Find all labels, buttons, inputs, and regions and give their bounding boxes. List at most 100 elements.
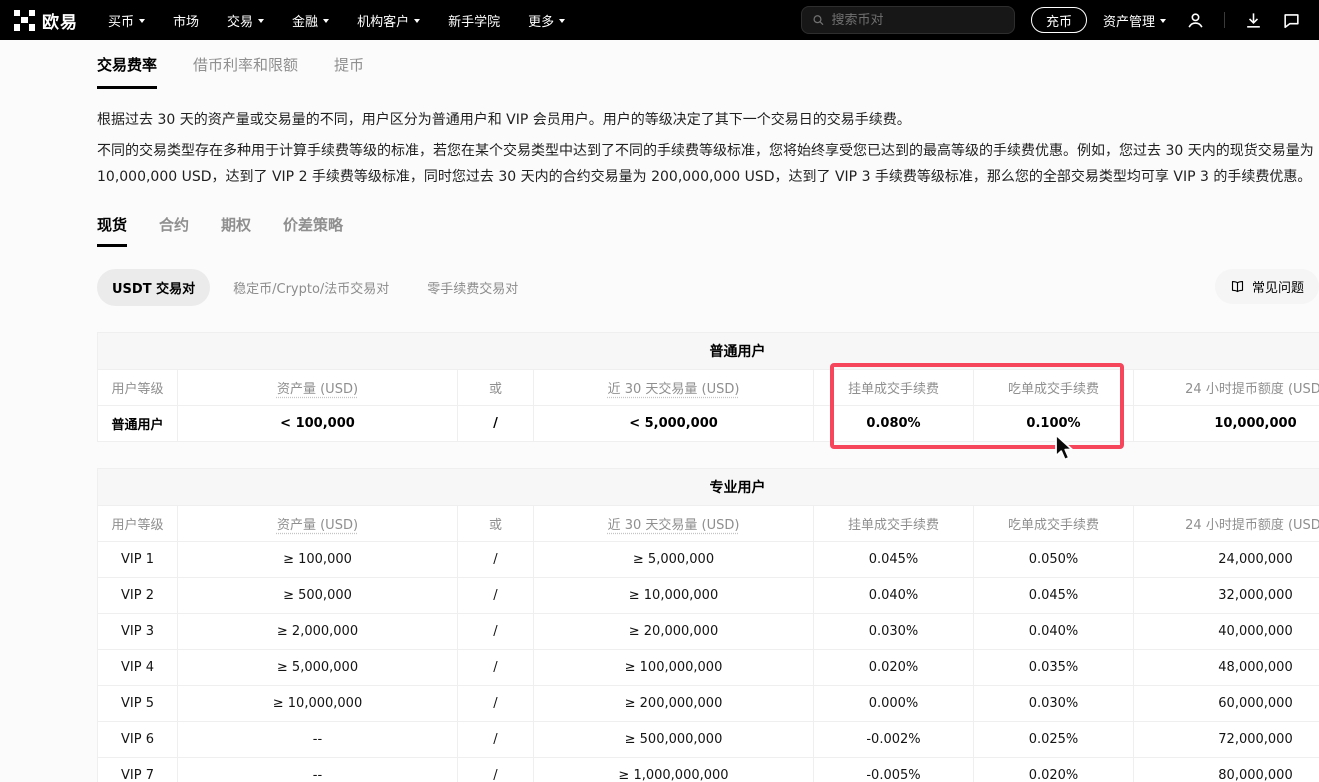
- column-header: 或: [458, 506, 534, 542]
- deposit-button[interactable]: 充币: [1031, 7, 1087, 33]
- table-cell: 32,000,000: [1134, 578, 1319, 614]
- user-profile-icon[interactable]: [1186, 11, 1205, 30]
- table-cell: 24,000,000: [1134, 542, 1319, 578]
- table-cell: 0.040%: [814, 578, 974, 614]
- table-cell: --: [178, 722, 458, 758]
- column-header: 挂单成交手续费: [814, 506, 974, 542]
- nav-item-markets[interactable]: 市场: [173, 11, 199, 30]
- table-cell: 60,000,000: [1134, 686, 1319, 722]
- table-cell: 0.080%: [814, 406, 974, 442]
- fee-description-paragraph-2: 不同的交易类型存在多种用于计算手续费等级的标准，若您在某个交易类型中达到了不同的…: [97, 138, 1319, 190]
- table-cell: 0.035%: [974, 650, 1134, 686]
- tab-borrow-rates-limits[interactable]: 借币利率和限额: [193, 54, 298, 89]
- fee-description-paragraph-1: 根据过去 30 天的资产量或交易量的不同，用户区分为普通用户和 VIP 会员用户…: [97, 107, 1319, 133]
- nav-item-academy[interactable]: 新手学院: [448, 11, 500, 30]
- table-cell: 0.040%: [974, 614, 1134, 650]
- tab-spread[interactable]: 价差策略: [283, 214, 343, 247]
- table-cell: ≥ 100,000: [178, 542, 458, 578]
- tab-trading-fees[interactable]: 交易费率: [97, 54, 157, 89]
- nav-item-trade[interactable]: 交易: [227, 11, 264, 30]
- faq-button[interactable]: 常见问题: [1215, 269, 1319, 304]
- brand-name: 欧易: [42, 8, 78, 33]
- table-cell: ≥ 1,000,000,000: [534, 758, 814, 782]
- nav-item-label: 更多: [528, 11, 554, 30]
- table-cell: ≥ 10,000,000: [178, 686, 458, 722]
- table-cell: ≥ 2,000,000: [178, 614, 458, 650]
- chip-usdt-pairs[interactable]: USDT 交易对: [97, 269, 210, 306]
- chip-stablecoin-crypto-fiat-pairs[interactable]: 稳定币/Crypto/法币交易对: [218, 269, 404, 306]
- chip-zero-fee-pairs[interactable]: 零手续费交易对: [412, 269, 533, 306]
- download-app-icon[interactable]: [1244, 11, 1263, 30]
- search-box[interactable]: [801, 6, 1015, 34]
- table-row: VIP 2≥ 500,000/≥ 10,000,0000.040%0.045%3…: [98, 578, 1319, 614]
- nav-divider: [1224, 12, 1225, 28]
- table-cell: VIP 2: [98, 578, 178, 614]
- assets-menu-label: 资产管理: [1103, 11, 1155, 30]
- mouse-cursor: [1053, 434, 1079, 462]
- column-header: 24 小时提币额度 (USD): [1134, 506, 1319, 542]
- table-cell: VIP 3: [98, 614, 178, 650]
- column-header: 吃单成交手续费: [974, 370, 1134, 406]
- table-group-title: 普通用户: [98, 333, 1319, 370]
- pair-filter-row: USDT 交易对 稳定币/Crypto/法币交易对 零手续费交易对 常见问题: [97, 269, 1319, 306]
- nav-item-institutional[interactable]: 机构客户: [357, 11, 420, 30]
- table-cell: ≥ 5,000,000: [534, 542, 814, 578]
- assets-menu[interactable]: 资产管理: [1103, 11, 1166, 30]
- table-cell: VIP 1: [98, 542, 178, 578]
- column-header: 用户等级: [98, 506, 178, 542]
- pro-user-fee-table: 专业用户用户等级资产量 (USD)或近 30 天交易量 (USD)挂单成交手续费…: [97, 468, 1319, 782]
- main-menu: 买币 市场 交易 金融 机构客户 新手学院 更多: [108, 11, 565, 30]
- column-header: 近 30 天交易量 (USD): [534, 506, 814, 542]
- table-cell: ≥ 100,000,000: [534, 650, 814, 686]
- tab-futures[interactable]: 合约: [159, 214, 189, 247]
- fee-table: 普通用户用户等级资产量 (USD)或近 30 天交易量 (USD)挂单成交手续费…: [97, 332, 1319, 442]
- table-cell: /: [458, 686, 534, 722]
- table-cell: ≥ 500,000,000: [534, 722, 814, 758]
- nav-item-buy-crypto[interactable]: 买币: [108, 11, 145, 30]
- column-header: 资产量 (USD): [178, 370, 458, 406]
- table-cell: /: [458, 650, 534, 686]
- faq-button-label: 常见问题: [1252, 277, 1304, 296]
- nav-item-label: 市场: [173, 11, 199, 30]
- tab-options[interactable]: 期权: [221, 214, 251, 247]
- search-input[interactable]: [832, 13, 1004, 28]
- table-row: VIP 5≥ 10,000,000/≥ 200,000,0000.000%0.0…: [98, 686, 1319, 722]
- table-cell: 0.000%: [814, 686, 974, 722]
- brand-logo[interactable]: 欧易: [14, 8, 78, 33]
- nav-item-more[interactable]: 更多: [528, 11, 565, 30]
- nav-item-label: 买币: [108, 11, 134, 30]
- table-cell: --: [178, 758, 458, 782]
- column-header: 挂单成交手续费: [814, 370, 974, 406]
- top-navigation: 欧易 买币 市场 交易 金融 机构客户 新手学院 更多 充币 资产管理: [0, 0, 1319, 40]
- chevron-down-icon: [139, 19, 145, 23]
- table-row: VIP 1≥ 100,000/≥ 5,000,0000.045%0.050%24…: [98, 542, 1319, 578]
- column-header: 资产量 (USD): [178, 506, 458, 542]
- fee-description: 根据过去 30 天的资产量或交易量的不同，用户区分为普通用户和 VIP 会员用户…: [97, 107, 1319, 190]
- tab-spot[interactable]: 现货: [97, 214, 127, 247]
- table-cell: ≥ 500,000: [178, 578, 458, 614]
- chat-support-icon[interactable]: [1282, 11, 1301, 30]
- table-cell: 0.020%: [814, 650, 974, 686]
- regular-user-fee-table: 普通用户用户等级资产量 (USD)或近 30 天交易量 (USD)挂单成交手续费…: [97, 332, 1319, 442]
- tab-withdrawal[interactable]: 提币: [334, 54, 364, 89]
- table-cell: ≥ 200,000,000: [534, 686, 814, 722]
- fee-table: 专业用户用户等级资产量 (USD)或近 30 天交易量 (USD)挂单成交手续费…: [97, 468, 1319, 782]
- chevron-down-icon: [258, 19, 264, 23]
- okx-logo-icon: [14, 10, 35, 31]
- table-cell: /: [458, 578, 534, 614]
- table-cell: 80,000,000: [1134, 758, 1319, 782]
- nav-item-finance[interactable]: 金融: [292, 11, 329, 30]
- table-cell: 0.045%: [814, 542, 974, 578]
- table-cell: 0.045%: [974, 578, 1134, 614]
- table-cell: /: [458, 614, 534, 650]
- table-cell: VIP 7: [98, 758, 178, 782]
- table-cell: 0.025%: [974, 722, 1134, 758]
- table-cell: /: [458, 406, 534, 442]
- search-icon: [812, 13, 825, 27]
- page-tabs: 交易费率 借币利率和限额 提币: [97, 54, 1319, 89]
- table-cell: ≥ 20,000,000: [534, 614, 814, 650]
- table-cell: 48,000,000: [1134, 650, 1319, 686]
- column-header: 24 小时提币额度 (USD): [1134, 370, 1319, 406]
- table-cell: /: [458, 722, 534, 758]
- table-cell: < 5,000,000: [534, 406, 814, 442]
